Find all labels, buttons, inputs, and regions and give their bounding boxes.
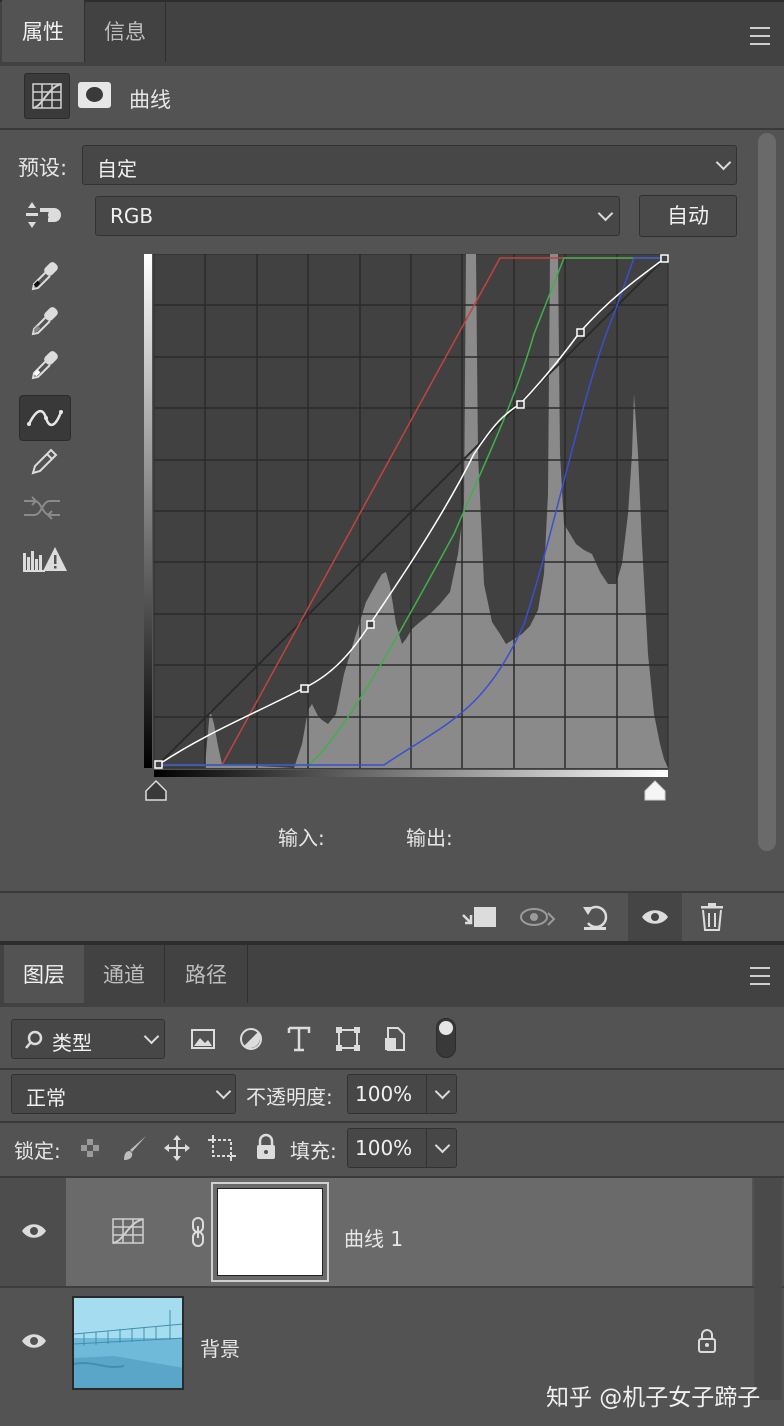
preset-label: 预设: xyxy=(18,156,68,180)
delete-icon[interactable] xyxy=(698,901,726,933)
lock-transparent-pixels-icon[interactable] xyxy=(80,1138,100,1158)
layers-scrollbar[interactable] xyxy=(754,1178,782,1400)
opacity-value[interactable]: 100% xyxy=(355,1082,412,1106)
search-icon xyxy=(25,1030,43,1049)
blend-mode-value: 正常 xyxy=(26,1086,66,1110)
fill-label: 填充: xyxy=(290,1139,337,1163)
layer-visibility-cell[interactable] xyxy=(0,1288,66,1396)
type-layer-filter-icon[interactable] xyxy=(286,1024,312,1054)
eyedropper-white-icon[interactable] xyxy=(24,346,64,386)
panel-menu-icon[interactable] xyxy=(750,27,770,45)
adjustment-title: 曲线 xyxy=(129,88,171,112)
reset-icon[interactable] xyxy=(580,901,612,933)
eyedropper-black-icon[interactable] xyxy=(24,257,64,297)
layer-row-curves[interactable]: 曲线 1 xyxy=(66,1178,752,1286)
opacity-label: 不透明度: xyxy=(246,1085,333,1109)
layer-name[interactable]: 背景 xyxy=(200,1333,240,1362)
view-previous-icon[interactable] xyxy=(518,903,558,933)
chevron-down-icon[interactable] xyxy=(434,1083,451,1100)
layer-mask-icon[interactable] xyxy=(78,82,111,108)
filter-toggle-switch[interactable] xyxy=(436,1018,456,1058)
clip-to-layer-icon[interactable] xyxy=(460,903,500,933)
tab-properties[interactable]: 属性 xyxy=(2,0,84,62)
eyedropper-gray-icon[interactable] xyxy=(24,302,64,342)
chevron-down-icon xyxy=(715,154,732,171)
black-point-slider[interactable] xyxy=(145,779,167,801)
white-point-slider[interactable] xyxy=(644,780,666,801)
fill-field[interactable]: 100% xyxy=(347,1128,457,1168)
chevron-down-icon xyxy=(215,1083,232,1100)
divider xyxy=(0,1121,784,1123)
eye-icon xyxy=(642,910,668,924)
input-label: 输入: xyxy=(278,826,325,850)
adjustment-layer-filter-icon[interactable] xyxy=(238,1026,264,1052)
curves-graph[interactable] xyxy=(144,253,674,804)
input-gradient-bar xyxy=(154,770,668,777)
target-adjust-icon[interactable] xyxy=(22,198,64,236)
channel-value: RGB xyxy=(110,204,154,228)
chevron-down-icon xyxy=(143,1028,160,1045)
visibility-toggle-button[interactable] xyxy=(628,893,682,941)
layer-filter-dropdown[interactable]: 类型 xyxy=(11,1019,165,1059)
pixel-layer-filter-icon[interactable] xyxy=(190,1026,216,1052)
lock-label: 锁定: xyxy=(14,1139,61,1163)
tab-info[interactable]: 信息 xyxy=(84,0,166,62)
blend-mode-dropdown[interactable]: 正常 xyxy=(11,1074,236,1114)
output-gradient-bar xyxy=(144,254,152,768)
clipping-warning-icon[interactable] xyxy=(20,540,68,580)
lock-icon xyxy=(698,1329,716,1353)
divider xyxy=(0,1068,784,1070)
chevron-down-icon[interactable] xyxy=(434,1137,451,1154)
preset-dropdown[interactable]: 自定 xyxy=(82,145,737,185)
shape-layer-filter-icon[interactable] xyxy=(334,1025,362,1053)
properties-scrollbar[interactable] xyxy=(758,133,776,851)
curves-layer-icon xyxy=(112,1218,144,1244)
background-layer-thumbnail[interactable] xyxy=(72,1296,184,1390)
watermark: 知乎 @机子女子蹄子 xyxy=(546,1385,761,1411)
divider xyxy=(0,128,784,130)
layer-visibility-cell[interactable] xyxy=(0,1178,66,1286)
tab-channels[interactable]: 通道 xyxy=(84,945,165,1003)
pencil-icon[interactable] xyxy=(24,442,64,482)
preset-value: 自定 xyxy=(97,157,137,181)
channel-dropdown[interactable]: RGB xyxy=(95,196,620,236)
smooth-icon xyxy=(22,488,62,528)
tab-layers[interactable]: 图层 xyxy=(4,945,84,1003)
eye-icon[interactable] xyxy=(20,1330,48,1352)
lock-artboard-icon[interactable] xyxy=(207,1134,237,1162)
chevron-down-icon xyxy=(597,205,614,222)
opacity-field[interactable]: 100% xyxy=(347,1074,457,1114)
panel-menu-icon[interactable] xyxy=(750,967,770,985)
lock-all-icon[interactable] xyxy=(254,1133,278,1161)
output-label: 输出: xyxy=(406,826,453,850)
curves-adjustment-icon[interactable] xyxy=(24,73,70,119)
filter-value: 类型 xyxy=(52,1031,92,1055)
layer-mask-thumbnail[interactable] xyxy=(211,1182,329,1282)
auto-button[interactable]: 自动 xyxy=(639,195,737,237)
tab-paths[interactable]: 路径 xyxy=(165,945,248,1003)
smart-object-filter-icon[interactable] xyxy=(382,1024,408,1054)
lock-position-icon[interactable] xyxy=(163,1134,191,1162)
layer-name[interactable]: 曲线 1 xyxy=(344,1223,403,1252)
curve-point-icon[interactable] xyxy=(19,395,71,441)
lock-image-pixels-icon[interactable] xyxy=(120,1134,148,1162)
fill-value[interactable]: 100% xyxy=(355,1136,412,1160)
link-icon[interactable] xyxy=(190,1216,206,1248)
eye-icon[interactable] xyxy=(20,1220,48,1242)
